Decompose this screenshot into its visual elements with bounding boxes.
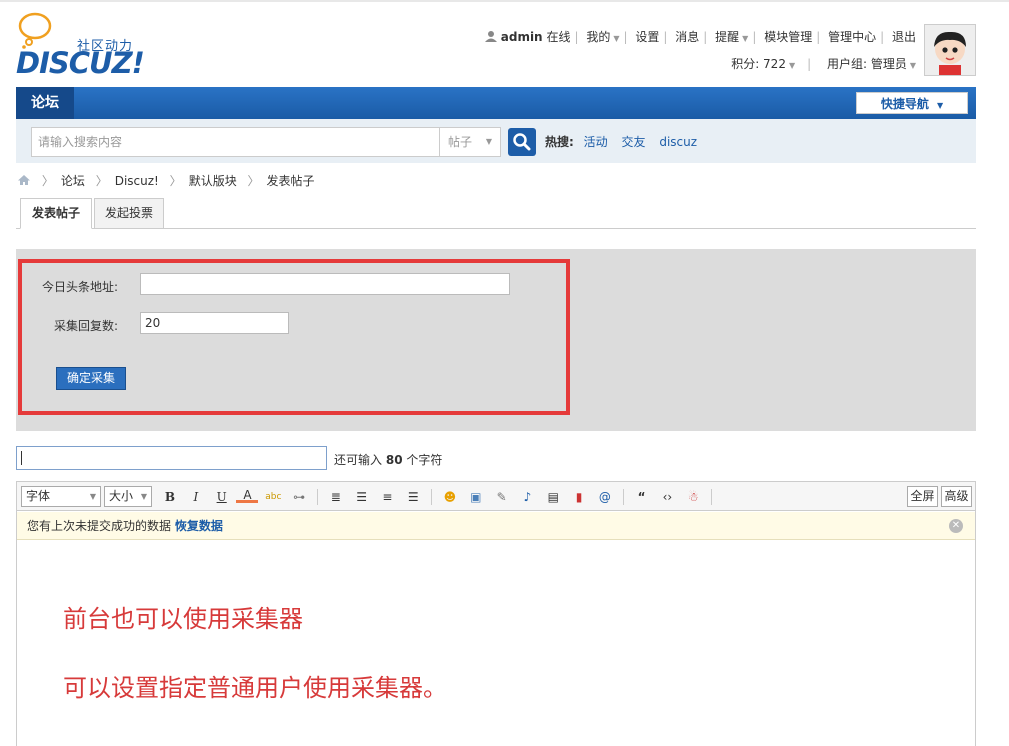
align-center-icon[interactable]: ≡ xyxy=(376,488,398,506)
link-icon[interactable]: ⊶ xyxy=(288,488,310,506)
messages-link[interactable]: 消息 xyxy=(675,28,699,45)
breadcrumb-item: 发表帖子 xyxy=(266,174,315,188)
reply-count-field[interactable]: 20 xyxy=(140,312,289,334)
confirm-collect-button[interactable]: 确定采集 xyxy=(56,367,126,390)
qq-icon[interactable]: ☃ xyxy=(682,488,704,506)
align-left-icon[interactable]: ☰ xyxy=(351,488,373,506)
speech-bubble-icon xyxy=(18,12,52,49)
mention-icon[interactable]: @ xyxy=(594,488,616,506)
avatar[interactable] xyxy=(924,24,976,76)
post-tabs: 发表帖子 发起投票 xyxy=(16,198,976,229)
hot-term[interactable]: 活动 xyxy=(584,135,608,149)
code-icon[interactable]: ‹› xyxy=(656,488,678,506)
restore-notice: 您有上次未提交成功的数据 恢复数据 ✕ xyxy=(17,512,975,540)
hot-term[interactable]: 交友 xyxy=(621,135,645,149)
reply-count-label: 采集回复数: xyxy=(53,319,118,333)
text-color-icon[interactable]: A xyxy=(236,488,259,503)
logout-link[interactable]: 退出 xyxy=(892,28,916,45)
chevron-down-icon: ▼ xyxy=(909,61,916,70)
quote-icon[interactable]: “ xyxy=(631,488,653,506)
home-icon[interactable] xyxy=(17,174,31,186)
font-size-select[interactable]: 大小 ▼ xyxy=(104,486,152,507)
chevron-down-icon: ▼ xyxy=(485,137,492,146)
user-group-link[interactable]: 用户组: 管理员 xyxy=(827,55,907,72)
text-cursor xyxy=(21,451,22,465)
url-field[interactable] xyxy=(140,273,510,295)
top-border xyxy=(0,0,1009,2)
search-type-value: 帖子 xyxy=(448,135,473,149)
hot-search-label: 热搜: xyxy=(545,135,574,149)
breadcrumb-item[interactable]: 默认版块 xyxy=(189,174,237,188)
remain-suffix: 个字符 xyxy=(406,453,443,467)
image-icon[interactable]: ▣ xyxy=(465,488,487,506)
toolbar-divider xyxy=(316,489,318,505)
emoji-icon[interactable]: ☻ xyxy=(439,488,461,506)
title-input[interactable] xyxy=(16,446,327,470)
url-label: 今日头条地址: xyxy=(41,280,118,294)
hot-search: 热搜: 活动 交友 discuz xyxy=(545,133,707,150)
toolbar-buttons: B I U A abc ⊶ ≣ ☰ ≡ ☰ ☻ ▣ ✎ ♪ ▤ ▮ @ “ ‹›… xyxy=(159,488,715,506)
module-admin-link[interactable]: 模块管理 xyxy=(764,28,812,45)
remain-count: 80 xyxy=(385,453,403,467)
video-icon[interactable]: ▤ xyxy=(542,488,564,506)
user-links: admin 在线 | 我的 ▼ | 设置 | 消息 | 提醒 ▼ | 模块管理 | 管理中心 | … xyxy=(484,28,916,45)
hot-term[interactable]: discuz xyxy=(659,135,697,149)
highlight-icon[interactable]: abc xyxy=(262,488,284,506)
search-button[interactable] xyxy=(508,128,536,156)
quick-nav-button[interactable]: 快捷导航 ▼ xyxy=(856,92,968,114)
close-icon[interactable]: ✕ xyxy=(949,519,963,533)
advanced-button[interactable]: 高级 xyxy=(941,486,972,507)
font-select-label: 字体 xyxy=(26,489,51,503)
username-link[interactable]: admin xyxy=(501,30,543,44)
settings-link[interactable]: 设置 xyxy=(635,28,659,45)
italic-icon[interactable]: I xyxy=(185,488,207,506)
avatar-image xyxy=(925,25,975,75)
breadcrumb-item[interactable]: Discuz! xyxy=(115,174,159,188)
nav-tab-forum[interactable]: 论坛 xyxy=(16,87,74,119)
toolbar-divider xyxy=(431,489,433,505)
chevron-down-icon: ▼ xyxy=(742,34,749,43)
caret-down-icon: ▼ xyxy=(937,101,944,110)
tab-post[interactable]: 发表帖子 xyxy=(20,198,92,229)
user-icon xyxy=(484,31,497,42)
toolbar-divider xyxy=(622,489,624,505)
fullscreen-button[interactable]: 全屏 xyxy=(907,486,938,507)
user-stats: 积分: 722 ▼ | 用户组: 管理员 ▼ xyxy=(731,55,916,72)
font-family-select[interactable]: 字体 ▼ xyxy=(21,486,101,507)
rich-text-editor: 字体 ▼ 大小 ▼ B I U A abc ⊶ ≣ ☰ ≡ ☰ ☻ ▣ ✎ ♪ ▤ … xyxy=(16,481,976,746)
my-link[interactable]: 我的 xyxy=(586,28,610,45)
logo-wordmark: DISCUZ! xyxy=(16,46,145,80)
online-status: 在线 xyxy=(546,30,571,44)
search-input[interactable]: 请输入搜索内容 xyxy=(31,127,441,157)
search-bar: 请输入搜索内容 帖子 ▼ 热搜: 活动 交友 discuz xyxy=(16,119,976,163)
content-line[interactable]: 前台也可以使用采集器 xyxy=(63,599,303,634)
editor-toolbar: 字体 ▼ 大小 ▼ B I U A abc ⊶ ≣ ☰ ≡ ☰ ☻ ▣ ✎ ♪ ▤ … xyxy=(17,482,975,511)
quick-nav-label: 快捷导航 xyxy=(880,97,929,111)
search-icon xyxy=(513,133,531,151)
remain-prefix: 还可输入 xyxy=(334,453,383,467)
align-right-icon[interactable]: ☰ xyxy=(402,488,424,506)
admin-center-link[interactable]: 管理中心 xyxy=(828,28,876,45)
flash-icon[interactable]: ▮ xyxy=(568,488,590,506)
attachment-icon[interactable]: ✎ xyxy=(491,488,513,506)
char-remaining: 还可输入 80 个字符 xyxy=(334,451,442,468)
bold-icon[interactable]: B xyxy=(159,488,181,506)
align-justify-icon[interactable]: ≣ xyxy=(325,488,347,506)
main-navbar: 论坛 快捷导航 ▼ xyxy=(16,87,976,119)
points-link[interactable]: 积分: 722 xyxy=(731,55,786,72)
chevron-down-icon: ▼ xyxy=(613,34,620,43)
breadcrumb-item[interactable]: 论坛 xyxy=(61,174,85,188)
restore-data-link[interactable]: 恢复数据 xyxy=(175,519,223,533)
reminders-link[interactable]: 提醒 xyxy=(715,28,739,45)
search-type-select[interactable]: 帖子 ▼ xyxy=(439,127,501,157)
underline-icon[interactable]: U xyxy=(211,488,233,506)
tab-poll[interactable]: 发起投票 xyxy=(94,198,164,229)
notice-text: 您有上次未提交成功的数据 xyxy=(27,519,172,533)
toolbar-divider xyxy=(711,489,713,505)
breadcrumb: 〉论坛 〉 Discuz! 〉默认版块 〉发表帖子 xyxy=(17,172,315,189)
size-select-label: 大小 xyxy=(109,489,134,503)
chevron-down-icon: ▼ xyxy=(788,61,796,70)
audio-icon[interactable]: ♪ xyxy=(516,488,538,506)
content-line[interactable]: 可以设置指定普通用户使用采集器。 xyxy=(63,668,447,703)
